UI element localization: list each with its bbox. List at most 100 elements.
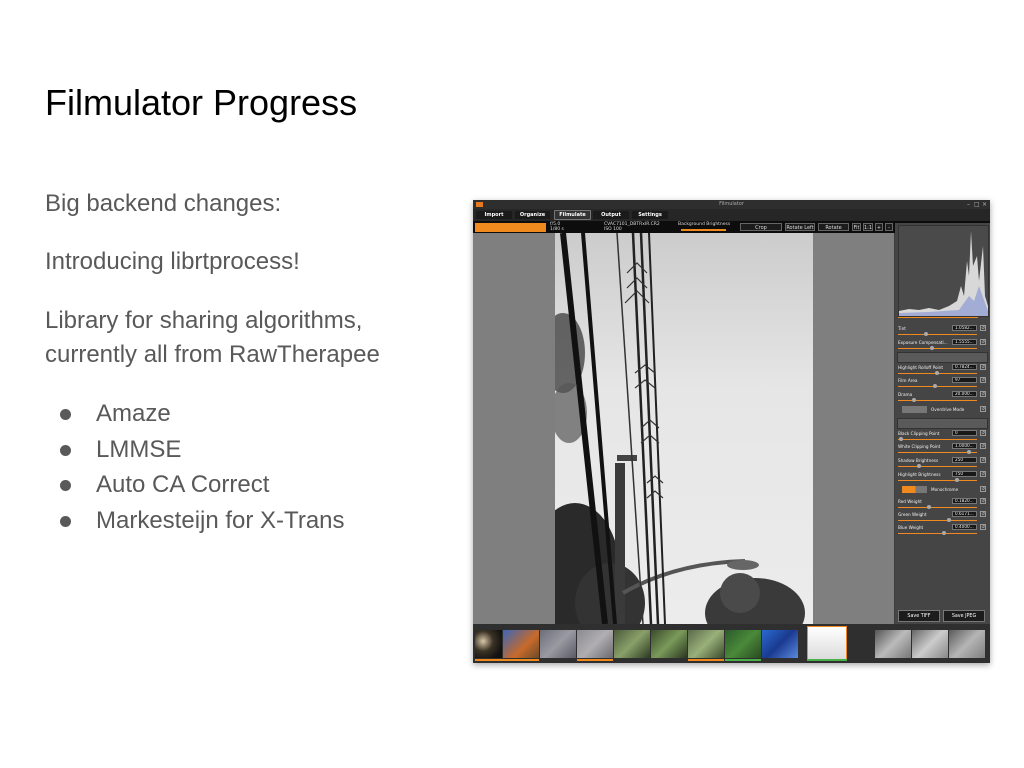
filmstrip-thumbnail[interactable] <box>688 630 724 658</box>
slider-handle[interactable] <box>947 518 951 522</box>
fit-button[interactable]: Fit <box>852 223 861 231</box>
zoom-out-button[interactable]: - <box>885 223 893 231</box>
tab-organize[interactable]: Organize <box>515 211 550 219</box>
reset-icon[interactable]: ↺ <box>980 511 986 517</box>
slider-value-field[interactable]: 0.6171... <box>952 511 977 517</box>
slider-shadow-brightness[interactable]: Shadow Brightness 250 ↺ <box>897 457 988 469</box>
slider-track[interactable] <box>898 452 977 453</box>
slider-exposure-compensation[interactable]: Exposure Compensati... 1.5555... ↺ <box>897 339 988 351</box>
filmstrip-thumbnail-selected[interactable] <box>807 626 847 660</box>
slider-value-field[interactable]: 97 <box>952 377 977 383</box>
slider-handle[interactable] <box>912 398 916 402</box>
filmstrip-thumbnail[interactable] <box>762 630 798 658</box>
slider-value-field[interactable]: 20.000... <box>952 391 977 397</box>
slider-handle[interactable] <box>935 371 939 375</box>
zoom-1-1-button[interactable]: 1:1 <box>863 223 873 231</box>
slider-white-clipping[interactable]: White Clipping Point 1.0000... ↺ <box>897 443 988 455</box>
tab-settings[interactable]: Settings <box>632 211 668 219</box>
monochrome-toggle[interactable]: Monochrome ↺ <box>897 485 988 495</box>
slider-value-field[interactable]: 1.5555... <box>952 339 977 345</box>
slider-value-field[interactable]: 0.4000... <box>952 524 977 530</box>
slider-track[interactable] <box>898 507 977 508</box>
slider-handle[interactable] <box>933 384 937 388</box>
slider-handle[interactable] <box>917 464 921 468</box>
slider-value-field[interactable]: 0.7824... <box>952 364 977 370</box>
slider-track[interactable] <box>898 533 977 534</box>
slider-track[interactable] <box>898 400 977 401</box>
tab-import[interactable]: Import <box>476 211 512 219</box>
reset-icon[interactable]: ↺ <box>980 406 986 412</box>
reset-icon[interactable]: ↺ <box>980 524 986 530</box>
save-jpeg-button[interactable]: Save JPEG <box>943 610 985 622</box>
slider-track[interactable] <box>898 466 977 467</box>
rotate-left-button[interactable]: Rotate Left <box>785 223 815 231</box>
slider-value-field[interactable]: 1.0582... <box>952 325 977 331</box>
close-icon[interactable]: × <box>982 201 987 208</box>
minimize-icon[interactable]: – <box>967 201 970 208</box>
filmstrip-thumbnail[interactable] <box>725 630 761 658</box>
image-viewport[interactable] <box>473 233 894 624</box>
slider-track[interactable] <box>898 386 977 387</box>
slider-red-weight[interactable]: Red Weight 0.1820... ↺ <box>897 498 988 510</box>
reset-icon[interactable]: ↺ <box>980 457 986 463</box>
reset-icon[interactable]: ↺ <box>980 325 986 331</box>
slider-highlight-rolloff[interactable]: Highlight Rolloff Point 0.7824... ↺ <box>897 364 988 376</box>
slider-value-field[interactable]: 250 <box>952 457 977 463</box>
slider-drama[interactable]: Drama 20.000... ↺ <box>897 391 988 403</box>
slider-blue-weight[interactable]: Blue Weight 0.4000... ↺ <box>897 524 988 536</box>
filmstrip-thumbnail[interactable] <box>912 630 948 658</box>
slider-value-field[interactable]: 0 <box>952 430 977 436</box>
slider-handle[interactable] <box>930 346 934 350</box>
slider-handle[interactable] <box>899 437 903 441</box>
reset-icon[interactable]: ↺ <box>980 391 986 397</box>
reset-icon[interactable]: ↺ <box>980 364 986 370</box>
filmstrip-thumbnail[interactable] <box>614 630 650 658</box>
slider-highlight-brightness[interactable]: Highlight Brightness 750 ↺ <box>897 471 988 483</box>
slider-film-area[interactable]: Film Area 97 ↺ <box>897 377 988 389</box>
save-tiff-button[interactable]: Save TIFF <box>898 610 940 622</box>
crop-button[interactable]: Crop <box>740 223 782 231</box>
slider-handle[interactable] <box>924 332 928 336</box>
filmstrip[interactable] <box>473 624 990 663</box>
reset-icon[interactable]: ↺ <box>980 443 986 449</box>
reset-icon[interactable]: ↺ <box>980 471 986 477</box>
reset-icon[interactable]: ↺ <box>980 498 986 504</box>
reset-icon[interactable]: ↺ <box>980 339 986 345</box>
slider-value-field[interactable]: 0.1820... <box>952 498 977 504</box>
filmstrip-thumbnail[interactable] <box>949 630 985 658</box>
slider-value-field[interactable]: 750 <box>952 471 977 477</box>
slider-black-clipping[interactable]: Black Clipping Point 0 ↺ <box>897 430 988 442</box>
overdrive-mode-toggle[interactable]: Overdrive Mode ↺ <box>897 405 988 415</box>
slider-track[interactable] <box>898 348 977 349</box>
zoom-in-button[interactable]: + <box>875 223 883 231</box>
filmstrip-thumbnail[interactable] <box>475 630 502 658</box>
slider-handle[interactable] <box>942 531 946 535</box>
filmstrip-thumbnail[interactable] <box>577 630 613 658</box>
reset-icon[interactable]: ↺ <box>980 430 986 436</box>
filmstrip-thumbnail[interactable] <box>540 630 576 658</box>
tab-output[interactable]: Output <box>593 211 629 219</box>
slider-handle[interactable] <box>927 505 931 509</box>
reset-icon[interactable]: ↺ <box>980 486 986 492</box>
filmstrip-thumbnail[interactable] <box>651 630 687 658</box>
slider-tint[interactable]: Tint 1.0582... ↺ <box>897 325 988 337</box>
slider-track[interactable] <box>898 480 977 481</box>
reset-icon[interactable]: ↺ <box>980 377 986 383</box>
slider-track[interactable] <box>898 334 977 335</box>
maximize-icon[interactable]: □ <box>974 201 980 208</box>
slider-label: Highlight Brightness <box>898 472 941 477</box>
toggle-switch[interactable] <box>902 406 927 413</box>
slider-green-weight[interactable]: Green Weight 0.6171... ↺ <box>897 511 988 523</box>
rotate-right-button[interactable]: Rotate Right <box>818 223 849 239</box>
slider-track[interactable] <box>898 439 977 440</box>
slider-label: Green Weight <box>898 512 927 517</box>
toggle-switch[interactable] <box>902 486 927 493</box>
slider-handle[interactable] <box>967 450 971 454</box>
filmstrip-thumbnail[interactable] <box>503 630 539 658</box>
tab-filmulate[interactable]: Filmulate <box>554 210 591 220</box>
background-brightness-slider[interactable] <box>681 229 726 231</box>
slider-value-field[interactable]: 1.0000... <box>952 443 977 449</box>
slider-handle[interactable] <box>955 478 959 482</box>
slider-track[interactable] <box>898 520 977 521</box>
filmstrip-thumbnail[interactable] <box>875 630 911 658</box>
